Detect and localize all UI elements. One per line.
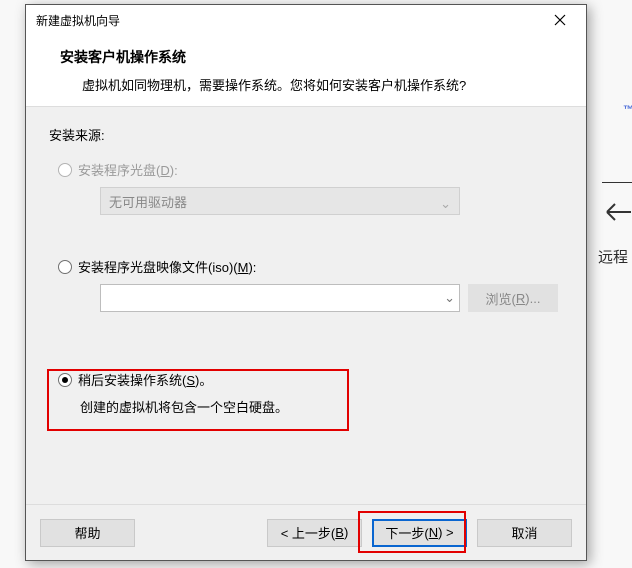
page-subtitle: 虚拟机如同物理机，需要操作系统。您将如何安装客户机操作系统? bbox=[60, 75, 568, 94]
page-title: 安装客户机操作系统 bbox=[60, 47, 568, 67]
radio-install-later[interactable]: 稍后安装操作系统(S)。 bbox=[58, 370, 566, 389]
wizard-header: 安装客户机操作系统 虚拟机如同物理机，需要操作系统。您将如何安装客户机操作系统? bbox=[26, 35, 586, 107]
close-icon bbox=[554, 14, 566, 26]
background-line bbox=[602, 182, 632, 183]
drive-combo: 无可用驱动器 ⌄ bbox=[100, 187, 460, 215]
cancel-button[interactable]: 取消 bbox=[477, 519, 572, 547]
button-bar: 帮助 < 上一步(B) 下一步(N) > 取消 bbox=[26, 504, 586, 560]
wizard-dialog: 新建虚拟机向导 安装客户机操作系统 虚拟机如同物理机，需要操作系统。您将如何安装… bbox=[25, 4, 587, 561]
later-description: 创建的虚拟机将包含一个空白硬盘。 bbox=[80, 397, 566, 416]
radio-disc-label: 安装程序光盘(D): bbox=[78, 160, 178, 179]
radio-icon bbox=[58, 163, 72, 177]
chevron-down-icon: ⌄ bbox=[440, 196, 451, 212]
wizard-content: 安装来源: 安装程序光盘(D): 无可用驱动器 ⌄ 安装程序光盘映像文件(iso… bbox=[26, 107, 586, 504]
browse-button: 浏览(R)... bbox=[468, 284, 558, 312]
option-disc-group: 安装程序光盘(D): 无可用驱动器 ⌄ bbox=[46, 160, 566, 215]
titlebar: 新建虚拟机向导 bbox=[26, 5, 586, 35]
option-iso-group: 安装程序光盘映像文件(iso)(M): ⌄ 浏览(R)... bbox=[46, 257, 566, 312]
radio-icon bbox=[58, 260, 72, 274]
iso-path-input[interactable]: ⌄ bbox=[100, 284, 460, 312]
radio-iso-label: 安装程序光盘映像文件(iso)(M): bbox=[78, 257, 256, 276]
radio-icon bbox=[58, 373, 72, 387]
help-button[interactable]: 帮助 bbox=[40, 519, 135, 547]
window-title: 新建虚拟机向导 bbox=[36, 12, 540, 29]
background-arrow-icon bbox=[604, 200, 632, 224]
radio-install-disc: 安装程序光盘(D): bbox=[58, 160, 566, 179]
radio-install-iso[interactable]: 安装程序光盘映像文件(iso)(M): bbox=[58, 257, 566, 276]
chevron-down-icon: ⌄ bbox=[444, 290, 455, 306]
close-button[interactable] bbox=[540, 6, 580, 34]
option-later-group: 稍后安装操作系统(S)。 创建的虚拟机将包含一个空白硬盘。 bbox=[46, 370, 566, 416]
radio-later-label: 稍后安装操作系统(S)。 bbox=[78, 370, 212, 389]
install-source-label: 安装来源: bbox=[49, 125, 566, 144]
background-remote-label: 远程 bbox=[598, 246, 628, 267]
next-button[interactable]: 下一步(N) > bbox=[372, 519, 467, 547]
back-button[interactable]: < 上一步(B) bbox=[267, 519, 362, 547]
drive-combo-placeholder: 无可用驱动器 bbox=[109, 192, 187, 211]
iso-row: ⌄ 浏览(R)... bbox=[100, 284, 566, 312]
background-trademark: ™ bbox=[623, 104, 632, 116]
